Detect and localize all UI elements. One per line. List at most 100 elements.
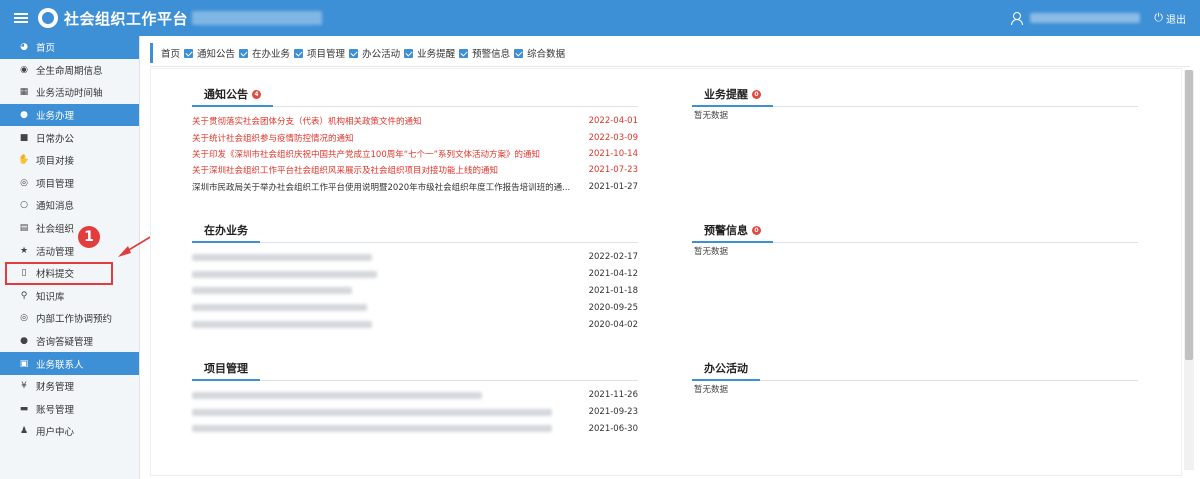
sidebar-item-daily-office[interactable]: ■ 日常办公 [0, 126, 139, 149]
in-progress-row[interactable]: 2021-04-12 [192, 266, 638, 283]
breadcrumb-item-in-progress[interactable]: 在办业务 [252, 46, 304, 60]
breadcrumb-item-notices[interactable]: 通知公告 [197, 46, 249, 60]
redacted-title-suffix [192, 11, 323, 25]
warnings-panel: 预警信息 0 暂无数据 [692, 222, 1138, 257]
redacted-username[interactable] [1030, 13, 1141, 23]
project-row[interactable]: 2021-09-23 [192, 404, 638, 421]
user-icon[interactable] [1010, 12, 1024, 25]
in-progress-row[interactable]: 2022-02-17 [192, 249, 638, 266]
sidebar-item-activities[interactable]: ★ 活动管理 [0, 239, 139, 262]
sidebar-item-finance[interactable]: ¥ 财务管理 [0, 375, 139, 398]
breadcrumb-item-home[interactable]: 首页 [161, 46, 194, 60]
in-progress-row[interactable]: 2020-09-25 [192, 299, 638, 316]
panel-title: 业务提醒 0 [692, 86, 773, 107]
redacted-text[interactable] [192, 425, 552, 433]
project-row[interactable]: 2021-06-30 [192, 421, 638, 438]
annotation-step-number: 1 [78, 226, 100, 248]
sidebar-item-contacts[interactable]: ▣ 业务联系人 [0, 352, 139, 375]
vertical-scrollbar[interactable] [1184, 70, 1194, 470]
chat-icon: ● [20, 336, 28, 347]
handshake-icon: ✋ [18, 155, 30, 166]
hamburger-menu-icon[interactable] [14, 13, 28, 23]
sidebar-item-internal-booking[interactable]: ◎ 内部工作协调预约 [0, 307, 139, 330]
breadcrumb: 首页 通知公告 在办业务 项目管理 办公活动 业务提醒 预警信息 综合数据 [150, 43, 1190, 63]
info-icon: ● [20, 110, 28, 121]
panel-title: 办公活动 [692, 360, 760, 381]
calendar-icon: ▦ [19, 87, 29, 98]
sidebar-item-project-match[interactable]: ✋ 项目对接 [0, 149, 139, 172]
sidebar-item-notifications[interactable]: ○ 通知消息 [0, 194, 139, 217]
breadcrumb-item-reminder[interactable]: 业务提醒 [417, 46, 469, 60]
sidebar-item-lifecycle[interactable]: ◉ 全生命周期信息 [0, 59, 139, 82]
redacted-text[interactable] [192, 270, 377, 278]
sidebar-item-home[interactable]: ◕ 首页 [0, 36, 139, 59]
redacted-text[interactable] [192, 391, 482, 399]
eye-outline-icon: ◎ [20, 177, 28, 188]
redacted-text[interactable] [192, 253, 372, 261]
notice-row[interactable]: 关于深圳社会组织工作平台社会组织风采展示及社会组织项目对接功能上线的通知 2021… [192, 162, 638, 178]
panel-title: 预警信息 0 [692, 222, 773, 243]
checkbox-icon[interactable] [459, 48, 469, 58]
yen-icon: ¥ [21, 381, 27, 392]
sidebar-item-timeline[interactable]: ▦ 业务活动时间轴 [0, 81, 139, 104]
breadcrumb-item-warnings[interactable]: 预警信息 [472, 46, 524, 60]
count-badge: 4 [252, 89, 261, 99]
sidebar-item-account[interactable]: ▬ 账号管理 [0, 398, 139, 421]
notice-row[interactable]: 深圳市民政局关于举办社会组织工作平台使用说明暨2020年市级社会组织年度工作报告… [192, 179, 638, 195]
in-progress-row[interactable]: 2021-01-18 [192, 283, 638, 300]
business-reminder-panel: 业务提醒 0 暂无数据 [692, 86, 1138, 121]
star-icon: ★ [19, 245, 29, 256]
panel-title: 项目管理 [192, 360, 260, 381]
checkbox-icon[interactable] [239, 48, 249, 58]
checkbox-icon[interactable] [404, 48, 414, 58]
app-title: 社会组织工作平台 [64, 9, 189, 28]
breadcrumb-item-projects[interactable]: 项目管理 [307, 46, 359, 60]
notice-row[interactable]: 关于统计社会组织参与疫情防控情况的通知 2022-03-09 [192, 129, 638, 145]
contact-icon: ▣ [19, 358, 29, 369]
eye-outline-icon: ◎ [20, 313, 28, 324]
breadcrumb-divider [150, 66, 1190, 67]
count-badge: 0 [752, 225, 761, 235]
redacted-text[interactable] [192, 321, 372, 329]
user-icon: ♟ [19, 426, 29, 437]
power-icon[interactable]: ⏻ [1154, 11, 1163, 25]
sidebar-item-user-center[interactable]: ♟ 用户中心 [0, 420, 139, 443]
count-badge: 0 [752, 89, 761, 99]
checkbox-icon[interactable] [514, 48, 524, 58]
office-activities-panel: 办公活动 暂无数据 [692, 360, 1138, 395]
account-card-icon: ▬ [19, 403, 29, 414]
scrollbar-thumb[interactable] [1185, 70, 1193, 360]
logout-button[interactable]: 退出 [1166, 11, 1186, 26]
redacted-text[interactable] [192, 287, 352, 295]
breadcrumb-item-summary[interactable]: 综合数据 [527, 46, 565, 60]
project-row[interactable]: 2021-11-26 [192, 387, 638, 404]
sidebar-item-consultation[interactable]: ● 咨询答疑管理 [0, 330, 139, 353]
projects-panel: 项目管理 2021-11-26 2021-09-23 2021-06-30 [192, 360, 638, 437]
notice-row[interactable]: 关于贯彻落实社会团体分支（代表）机构相关政策文件的通知 2022-04-01 [192, 113, 638, 129]
panel-title: 在办业务 [192, 222, 260, 243]
panel-title: 通知公告 4 [192, 86, 273, 107]
chat-bubble-icon: ○ [20, 200, 28, 211]
top-header: 社会组织工作平台 ⏻ 退出 [0, 0, 1200, 36]
briefcase-icon: ■ [19, 132, 29, 143]
breadcrumb-item-office[interactable]: 办公活动 [362, 46, 414, 60]
sidebar-item-knowledge[interactable]: ⚲ 知识库 [0, 285, 139, 308]
redacted-text[interactable] [192, 408, 552, 416]
checkbox-icon[interactable] [294, 48, 304, 58]
sidebar-item-project-manage[interactable]: ◎ 项目管理 [0, 172, 139, 195]
sidebar: ◕ 首页 ◉ 全生命周期信息 ▦ 业务活动时间轴 ● 业务办理 ■ 日常办公 ✋ 项目对接 … [0, 36, 140, 479]
checkbox-icon[interactable] [349, 48, 359, 58]
sidebar-item-business[interactable]: ● 业务办理 [0, 103, 139, 127]
checkbox-icon[interactable] [184, 48, 194, 58]
dashboard-icon: ◕ [20, 42, 28, 53]
empty-state-text: 暂无数据 [694, 247, 729, 257]
empty-state-text: 暂无数据 [694, 111, 729, 121]
sidebar-item-material-submit[interactable]: ▯ 材料提交 [5, 261, 113, 285]
in-progress-row[interactable]: 2020-04-02 [192, 316, 638, 333]
redacted-text[interactable] [192, 304, 367, 312]
sidebar-item-social-org[interactable]: ▤ 社会组织 [0, 217, 139, 240]
eye-icon: ◉ [20, 64, 28, 75]
in-progress-panel: 在办业务 2022-02-17 2021-04-12 2021-01-18 20… [192, 222, 638, 333]
notice-row[interactable]: 关于印发《深圳市社会组织庆祝中国共产党成立100周年“七个一”系列文体活动方案》… [192, 146, 638, 162]
id-card-icon: ▤ [19, 223, 29, 234]
